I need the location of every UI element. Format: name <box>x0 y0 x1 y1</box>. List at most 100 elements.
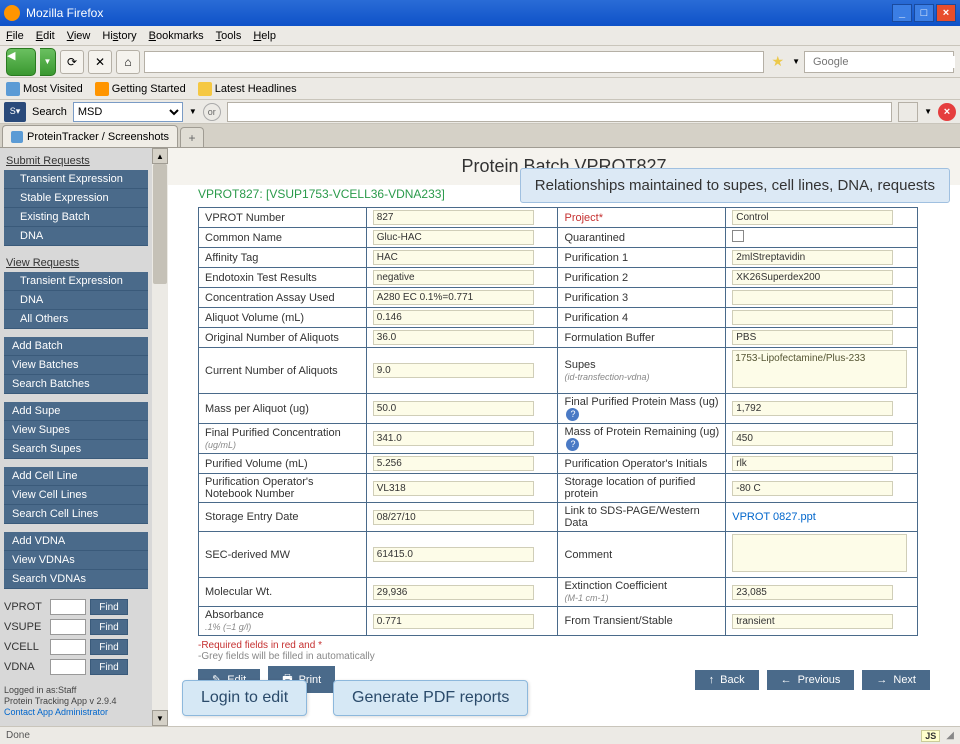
browser-search-input[interactable] <box>813 56 955 68</box>
input-notebook[interactable] <box>373 481 534 496</box>
sidebar-view-celllines[interactable]: View Cell Lines <box>4 486 148 505</box>
sidebar-add-vdna[interactable]: Add VDNA <box>4 532 148 551</box>
browser-search-box[interactable] <box>804 51 954 73</box>
input-absorbance[interactable] <box>373 614 534 629</box>
input-project[interactable] <box>732 210 893 225</box>
help-icon[interactable]: ? <box>566 438 579 451</box>
input-orig-aliquots[interactable] <box>373 330 534 345</box>
sidebar-scrollbar[interactable]: ▲ ▼ <box>152 148 168 726</box>
dropdown-icon[interactable]: ▼ <box>189 107 197 116</box>
sidebar-view-others[interactable]: All Others <box>4 310 148 329</box>
reload-button[interactable]: ⟳ <box>60 50 84 74</box>
bookmark-star-icon[interactable]: ★ <box>772 53 785 70</box>
input-curr-aliquots[interactable] <box>373 363 534 378</box>
search-go-button[interactable] <box>898 102 918 122</box>
input-formulation[interactable] <box>732 330 893 345</box>
input-purification4[interactable] <box>732 310 893 325</box>
close-button[interactable]: × <box>936 4 956 22</box>
find-input-vcell[interactable] <box>50 639 86 655</box>
previous-button[interactable]: ←Previous <box>767 670 855 690</box>
input-transient[interactable] <box>732 614 893 629</box>
clear-search-button[interactable]: × <box>938 103 956 121</box>
sidebar-view-transient[interactable]: Transient Expression <box>4 272 148 291</box>
input-purification2[interactable] <box>732 270 893 285</box>
menu-file[interactable]: File <box>6 30 24 42</box>
sidebar-item-stable-expression[interactable]: Stable Expression <box>4 189 148 208</box>
find-btn-vdna[interactable]: Find <box>90 659 128 675</box>
input-storage-loc[interactable] <box>732 481 893 496</box>
help-icon[interactable]: ? <box>566 408 579 421</box>
input-affinity-tag[interactable] <box>373 250 534 265</box>
find-input-vprot[interactable] <box>50 599 86 615</box>
bookmark-most-visited[interactable]: Most Visited <box>6 82 83 96</box>
input-sec-mw[interactable] <box>373 547 534 562</box>
sidebar-search-supes[interactable]: Search Supes <box>4 440 148 459</box>
new-tab-button[interactable]: + <box>180 127 204 147</box>
stop-button[interactable]: ✕ <box>88 50 112 74</box>
search-input[interactable] <box>227 102 892 122</box>
textarea-comment[interactable] <box>732 534 907 572</box>
sidebar-item-dna[interactable]: DNA <box>4 227 148 246</box>
checkbox-quarantined[interactable] <box>732 230 744 242</box>
home-button[interactable]: ⌂ <box>116 50 140 74</box>
bookmark-latest-headlines[interactable]: Latest Headlines <box>198 82 297 96</box>
input-final-mass[interactable] <box>732 401 893 416</box>
dropdown-icon[interactable]: ▼ <box>924 107 932 116</box>
menu-help[interactable]: Help <box>253 30 276 42</box>
sidebar-add-batch[interactable]: Add Batch <box>4 337 148 356</box>
minimize-button[interactable]: _ <box>892 4 912 22</box>
sidebar-add-cellline[interactable]: Add Cell Line <box>4 467 148 486</box>
sidebar-search-batches[interactable]: Search Batches <box>4 375 148 394</box>
search-provider-icon[interactable]: S▾ <box>4 102 26 122</box>
back-button-page[interactable]: ↑Back <box>695 670 759 690</box>
search-provider-select[interactable]: MSD <box>73 102 183 122</box>
back-button[interactable]: ◀ <box>6 48 36 76</box>
back-dropdown[interactable]: ▼ <box>40 48 56 76</box>
tab-proteintracker[interactable]: ProteinTracker / Screenshots <box>2 125 178 147</box>
input-common-name[interactable] <box>373 230 534 245</box>
input-endotoxin[interactable] <box>373 270 534 285</box>
sidebar-search-vdnas[interactable]: Search VDNAs <box>4 570 148 589</box>
find-btn-vsupe[interactable]: Find <box>90 619 128 635</box>
maximize-button[interactable]: □ <box>914 4 934 22</box>
scroll-thumb[interactable] <box>153 164 167 284</box>
input-aliquot-vol[interactable] <box>373 310 534 325</box>
input-mass-remain[interactable] <box>732 431 893 446</box>
menu-edit[interactable]: Edit <box>36 30 55 42</box>
input-mass-aliquot[interactable] <box>373 401 534 416</box>
menu-history[interactable]: History <box>102 30 136 42</box>
menu-bookmarks[interactable]: Bookmarks <box>149 30 204 42</box>
sidebar-view-dna[interactable]: DNA <box>4 291 148 310</box>
find-btn-vcell[interactable]: Find <box>90 639 128 655</box>
input-purification3[interactable] <box>732 290 893 305</box>
input-mol-wt[interactable] <box>373 585 534 600</box>
input-extinction[interactable] <box>732 585 893 600</box>
find-btn-vprot[interactable]: Find <box>90 599 128 615</box>
sidebar-view-batches[interactable]: View Batches <box>4 356 148 375</box>
sidebar-search-celllines[interactable]: Search Cell Lines <box>4 505 148 524</box>
link-sds[interactable]: VPROT 0827.ppt <box>732 511 816 523</box>
input-operator-init[interactable] <box>732 456 893 471</box>
contact-admin-link[interactable]: Contact App Administrator <box>4 707 108 717</box>
sidebar-item-existing-batch[interactable]: Existing Batch <box>4 208 148 227</box>
textarea-supes[interactable]: 1753-Lipofectamine/Plus-233 <box>732 350 907 388</box>
sidebar-view-supes[interactable]: View Supes <box>4 421 148 440</box>
input-entry-date[interactable] <box>373 510 534 525</box>
scroll-down-icon[interactable]: ▼ <box>152 710 168 726</box>
dropdown-icon[interactable]: ▼ <box>792 57 800 66</box>
sidebar-item-transient-expression[interactable]: Transient Expression <box>4 170 148 189</box>
input-purification1[interactable] <box>732 250 893 265</box>
input-final-conc[interactable] <box>373 431 534 446</box>
find-input-vsupe[interactable] <box>50 619 86 635</box>
sidebar-view-vdnas[interactable]: View VDNAs <box>4 551 148 570</box>
bookmark-getting-started[interactable]: Getting Started <box>95 82 186 96</box>
input-vprot-number[interactable] <box>373 210 534 225</box>
menu-tools[interactable]: Tools <box>216 30 242 42</box>
scroll-up-icon[interactable]: ▲ <box>152 148 168 164</box>
input-purified-vol[interactable] <box>373 456 534 471</box>
url-bar[interactable] <box>144 51 764 73</box>
input-conc-assay[interactable] <box>373 290 534 305</box>
find-input-vdna[interactable] <box>50 659 86 675</box>
sidebar-add-supe[interactable]: Add Supe <box>4 402 148 421</box>
next-button[interactable]: →Next <box>862 670 930 690</box>
